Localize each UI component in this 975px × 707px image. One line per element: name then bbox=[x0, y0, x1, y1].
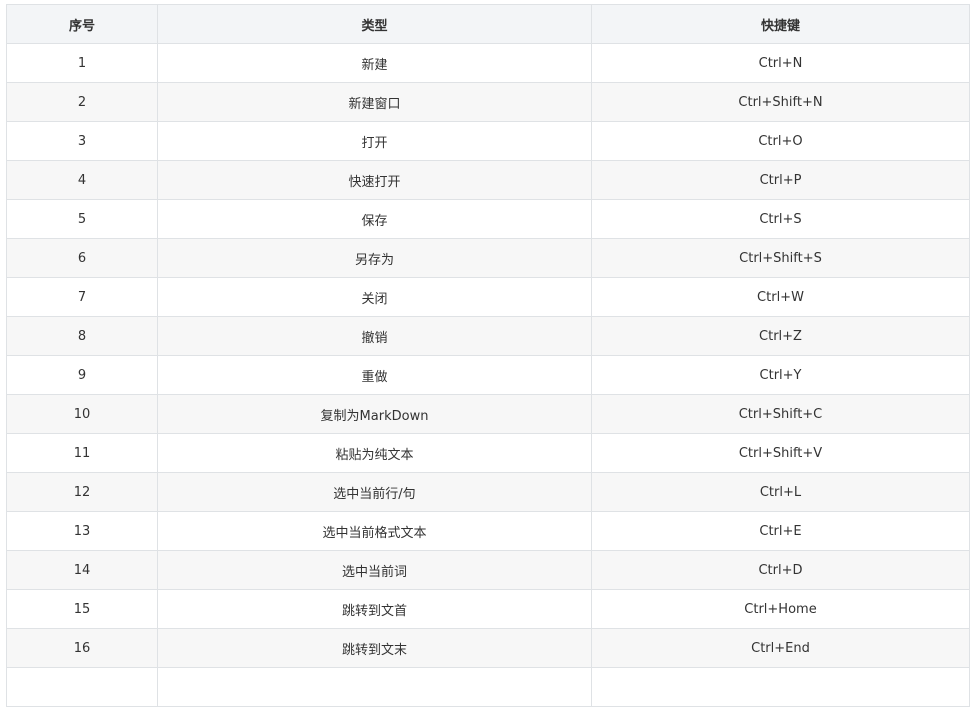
cell-index: 15 bbox=[6, 589, 158, 629]
cell-type: 选中当前行/句 bbox=[157, 472, 592, 512]
cell-type: 新建 bbox=[157, 43, 592, 83]
cell-index: 12 bbox=[6, 472, 158, 512]
shortcut-table-container: 序号 类型 快捷键 1 新建 Ctrl+N 2 新建窗口 Ctrl+Shift+… bbox=[6, 4, 970, 707]
cell-type bbox=[157, 667, 592, 707]
table-row: 4 快速打开 Ctrl+P bbox=[6, 160, 970, 200]
cell-shortcut: Ctrl+Shift+C bbox=[591, 394, 970, 434]
table-row: 12 选中当前行/句 Ctrl+L bbox=[6, 472, 970, 512]
cell-shortcut: Ctrl+S bbox=[591, 199, 970, 239]
cell-index: 9 bbox=[6, 355, 158, 395]
cell-index: 16 bbox=[6, 628, 158, 668]
cell-type: 保存 bbox=[157, 199, 592, 239]
cell-shortcut: Ctrl+W bbox=[591, 277, 970, 317]
cell-type: 快速打开 bbox=[157, 160, 592, 200]
cell-type: 跳转到文末 bbox=[157, 628, 592, 668]
table-row: 11 粘贴为纯文本 Ctrl+Shift+V bbox=[6, 433, 970, 473]
cell-type: 重做 bbox=[157, 355, 592, 395]
cell-shortcut: Ctrl+P bbox=[591, 160, 970, 200]
cell-index: 2 bbox=[6, 82, 158, 122]
cell-type: 打开 bbox=[157, 121, 592, 161]
table-row-partial bbox=[6, 667, 970, 707]
cell-type: 另存为 bbox=[157, 238, 592, 278]
cell-shortcut bbox=[591, 667, 970, 707]
cell-index bbox=[6, 667, 158, 707]
cell-shortcut: Ctrl+O bbox=[591, 121, 970, 161]
table-row: 10 复制为MarkDown Ctrl+Shift+C bbox=[6, 394, 970, 434]
cell-index: 7 bbox=[6, 277, 158, 317]
cell-index: 3 bbox=[6, 121, 158, 161]
table-header-row: 序号 类型 快捷键 bbox=[6, 4, 970, 44]
cell-type: 复制为MarkDown bbox=[157, 394, 592, 434]
cell-index: 11 bbox=[6, 433, 158, 473]
table-row: 8 撤销 Ctrl+Z bbox=[6, 316, 970, 356]
table-row: 5 保存 Ctrl+S bbox=[6, 199, 970, 239]
table-row: 1 新建 Ctrl+N bbox=[6, 43, 970, 83]
cell-index: 13 bbox=[6, 511, 158, 551]
cell-shortcut: Ctrl+End bbox=[591, 628, 970, 668]
cell-shortcut: Ctrl+Shift+V bbox=[591, 433, 970, 473]
table-row: 2 新建窗口 Ctrl+Shift+N bbox=[6, 82, 970, 122]
table-row: 6 另存为 Ctrl+Shift+S bbox=[6, 238, 970, 278]
cell-shortcut: Ctrl+Y bbox=[591, 355, 970, 395]
table-row: 15 跳转到文首 Ctrl+Home bbox=[6, 589, 970, 629]
header-index: 序号 bbox=[6, 4, 158, 44]
table-row: 7 关闭 Ctrl+W bbox=[6, 277, 970, 317]
cell-index: 14 bbox=[6, 550, 158, 590]
cell-shortcut: Ctrl+Shift+S bbox=[591, 238, 970, 278]
cell-index: 8 bbox=[6, 316, 158, 356]
cell-type: 选中当前词 bbox=[157, 550, 592, 590]
header-shortcut: 快捷键 bbox=[591, 4, 970, 44]
table-row: 9 重做 Ctrl+Y bbox=[6, 355, 970, 395]
cell-index: 6 bbox=[6, 238, 158, 278]
table-row: 14 选中当前词 Ctrl+D bbox=[6, 550, 970, 590]
header-type: 类型 bbox=[157, 4, 592, 44]
cell-type: 关闭 bbox=[157, 277, 592, 317]
cell-shortcut: Ctrl+Z bbox=[591, 316, 970, 356]
cell-type: 新建窗口 bbox=[157, 82, 592, 122]
cell-shortcut: Ctrl+N bbox=[591, 43, 970, 83]
table-row: 3 打开 Ctrl+O bbox=[6, 121, 970, 161]
table-row: 13 选中当前格式文本 Ctrl+E bbox=[6, 511, 970, 551]
cell-shortcut: Ctrl+E bbox=[591, 511, 970, 551]
table-row: 16 跳转到文末 Ctrl+End bbox=[6, 628, 970, 668]
shortcut-table: 序号 类型 快捷键 1 新建 Ctrl+N 2 新建窗口 Ctrl+Shift+… bbox=[6, 4, 970, 707]
cell-type: 选中当前格式文本 bbox=[157, 511, 592, 551]
cell-shortcut: Ctrl+Home bbox=[591, 589, 970, 629]
cell-shortcut: Ctrl+L bbox=[591, 472, 970, 512]
cell-index: 4 bbox=[6, 160, 158, 200]
cell-shortcut: Ctrl+D bbox=[591, 550, 970, 590]
cell-index: 5 bbox=[6, 199, 158, 239]
cell-type: 粘贴为纯文本 bbox=[157, 433, 592, 473]
cell-shortcut: Ctrl+Shift+N bbox=[591, 82, 970, 122]
cell-type: 跳转到文首 bbox=[157, 589, 592, 629]
cell-type: 撤销 bbox=[157, 316, 592, 356]
cell-index: 10 bbox=[6, 394, 158, 434]
cell-index: 1 bbox=[6, 43, 158, 83]
